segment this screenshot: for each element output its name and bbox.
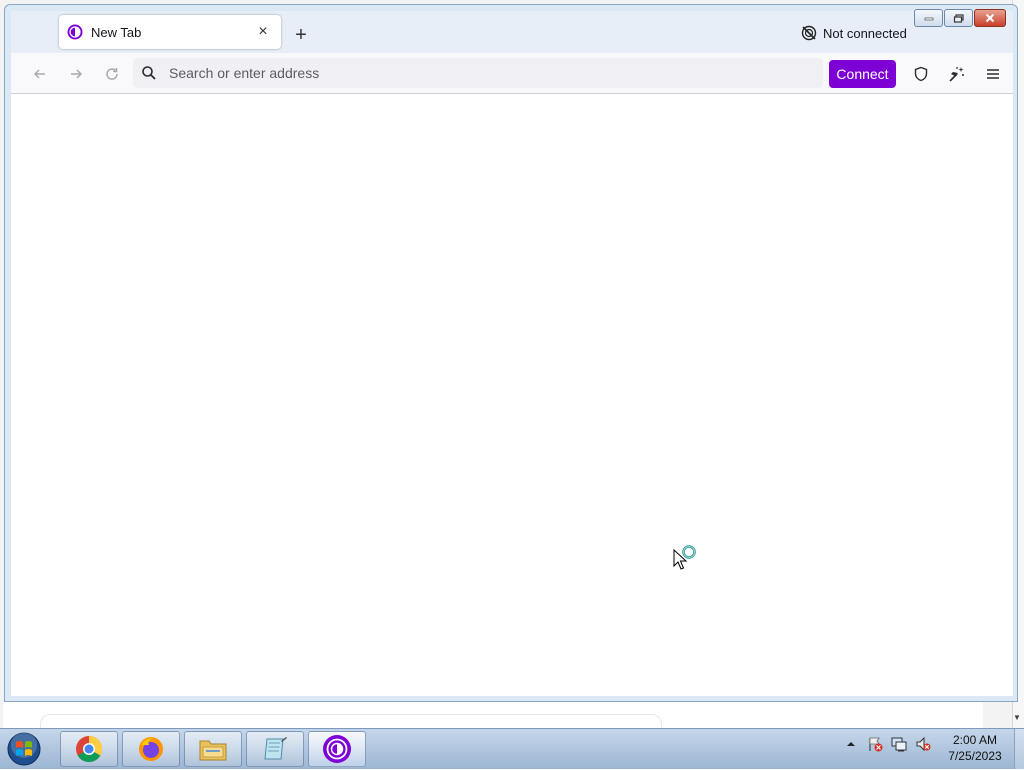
- restore-icon: [953, 13, 964, 23]
- new-tab-button[interactable]: +: [289, 23, 313, 47]
- tab-new-tab[interactable]: New Tab ×: [59, 15, 281, 49]
- show-hidden-icons-icon: [847, 742, 855, 746]
- browser-window: New Tab × + Not connected Search or ente…: [4, 4, 1018, 702]
- security-level-button[interactable]: [907, 60, 935, 88]
- volume-muted-icon: [916, 736, 931, 752]
- reload-button[interactable]: [99, 61, 125, 87]
- action-center-button[interactable]: [866, 735, 884, 753]
- not-connected-icon: [801, 25, 817, 41]
- scroll-down-arrow-icon[interactable]: ▼: [1011, 712, 1023, 724]
- window-controls: [913, 9, 1006, 27]
- hamburger-menu-icon: [987, 69, 999, 79]
- tab-bar: New Tab × + Not connected: [11, 11, 1013, 55]
- tor-browser-icon: [323, 735, 351, 763]
- taskbar-firefox[interactable]: [122, 731, 180, 767]
- shield-icon: [914, 66, 928, 82]
- windows-start-icon: [7, 732, 41, 766]
- taskbar-file-explorer[interactable]: [184, 731, 242, 767]
- back-button[interactable]: [27, 61, 53, 87]
- action-center-icon: [869, 737, 883, 752]
- connection-status[interactable]: Not connected: [801, 25, 907, 41]
- connect-button[interactable]: Connect: [829, 60, 896, 88]
- navigation-toolbar: Connect: [11, 53, 1013, 94]
- chrome-icon: [76, 735, 103, 763]
- new-identity-icon: [949, 67, 964, 82]
- taskbar: 2:00 AM 7/25/2023: [0, 728, 1024, 769]
- taskbar-notepad[interactable]: [246, 731, 304, 767]
- minimize-button[interactable]: [914, 9, 943, 27]
- new-identity-button[interactable]: [943, 60, 971, 88]
- forward-icon: [71, 69, 83, 79]
- tab-close-icon[interactable]: ×: [253, 22, 273, 42]
- tor-browser-icon: [67, 24, 83, 40]
- network-icon: [891, 737, 907, 752]
- back-icon: [33, 69, 45, 79]
- close-window-button[interactable]: [974, 9, 1006, 27]
- show-desktop-button[interactable]: [1014, 729, 1024, 769]
- address-input[interactable]: [167, 64, 811, 82]
- network-button[interactable]: [890, 735, 908, 753]
- clock-time: 2:00 AM: [952, 733, 998, 747]
- taskbar-chrome[interactable]: [60, 731, 118, 767]
- reload-icon: [106, 68, 118, 80]
- connection-status-label: Not connected: [823, 25, 907, 41]
- forward-button[interactable]: [63, 61, 89, 87]
- volume-button[interactable]: [914, 735, 932, 753]
- clock-date: 7/25/2023: [948, 749, 1002, 763]
- search-icon: [141, 65, 157, 81]
- taskbar-tor-browser[interactable]: [308, 731, 366, 767]
- address-bar[interactable]: [133, 58, 823, 88]
- page-content[interactable]: [11, 94, 1013, 696]
- clock[interactable]: 2:00 AM 7/25/2023: [940, 732, 1010, 764]
- maximize-button[interactable]: [944, 9, 973, 27]
- close-icon: [985, 13, 995, 23]
- show-hidden-icons-button[interactable]: [842, 735, 860, 753]
- minimize-icon: [924, 17, 933, 21]
- busy-cursor-icon: [670, 544, 700, 574]
- application-menu-button[interactable]: [979, 60, 1007, 88]
- notepad-icon: [264, 737, 287, 760]
- firefox-icon: [139, 737, 163, 761]
- file-explorer-icon: [199, 740, 227, 761]
- system-tray: [842, 735, 938, 753]
- start-button[interactable]: [4, 731, 46, 767]
- tab-title: New Tab: [91, 24, 142, 40]
